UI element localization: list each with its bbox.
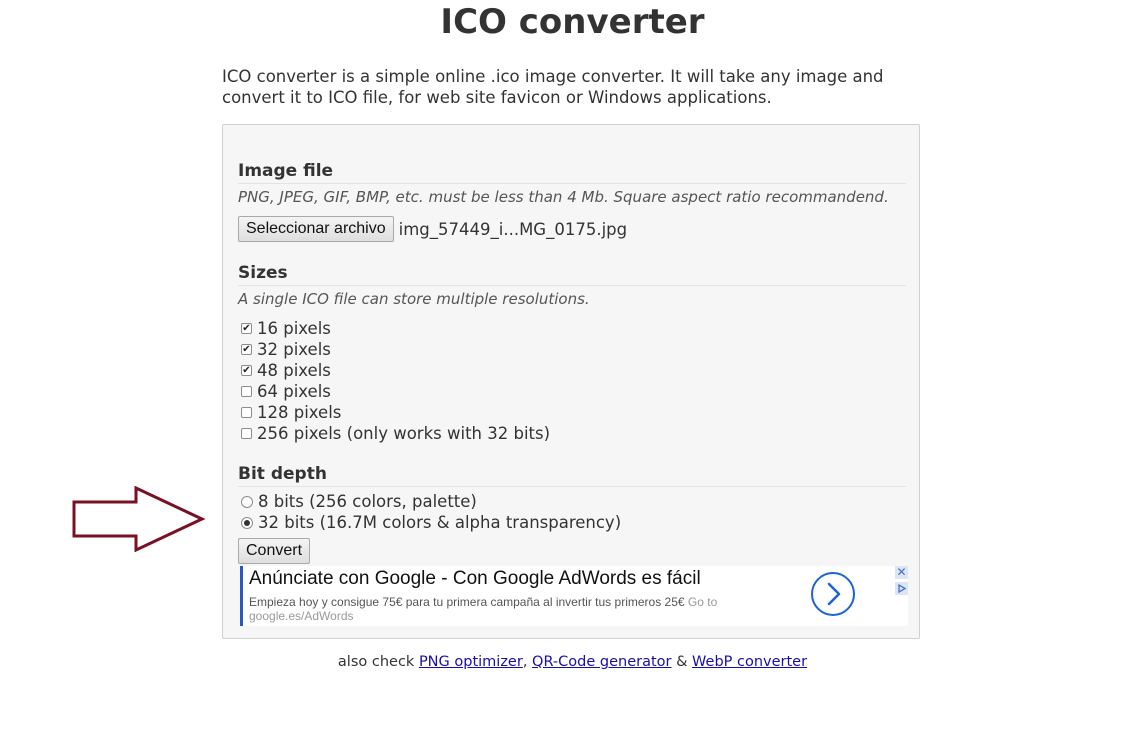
footer-prefix: also check	[337, 654, 415, 670]
ad-go-arrow-icon[interactable]	[811, 572, 855, 616]
bit-depth-heading: Bit depth	[238, 464, 906, 487]
size-option-label: 256 pixels (only works with 32 bits)	[257, 424, 551, 443]
unchecked-checkbox[interactable]	[241, 386, 252, 397]
size-option[interactable]: 128 pixels	[241, 402, 341, 423]
size-option[interactable]: 64 pixels	[241, 381, 331, 402]
ad-banner[interactable]: Anúnciate con Google - Con Google AdWord…	[240, 566, 908, 626]
checked-checkbox[interactable]: ✔	[241, 365, 252, 376]
bit-depth-option-label: 8 bits (256 colors, palette)	[258, 492, 477, 511]
ad-body: Empieza hoy y consigue 75€ para tu prime…	[249, 595, 749, 623]
ad-body-text: Empieza hoy y consigue 75€ para tu prime…	[249, 595, 685, 609]
unchecked-checkbox[interactable]	[241, 407, 252, 418]
convert-button[interactable]: Convert	[238, 538, 311, 564]
bit-depth-option-label: 32 bits (16.7M colors & alpha transparen…	[258, 513, 622, 532]
page-title: ICO converter	[440, 2, 705, 42]
size-option[interactable]: 256 pixels (only works with 32 bits)	[241, 423, 550, 444]
sizes-heading: Sizes	[238, 263, 906, 286]
ad-headline[interactable]: Anúnciate con Google - Con Google AdWord…	[249, 568, 701, 590]
selected-filename: img_57449_i...MG_0175.jpg	[398, 219, 628, 239]
sizes-hint: A single ICO file can store multiple res…	[238, 290, 590, 308]
image-file-hint: PNG, JPEG, GIF, BMP, etc. must be less t…	[238, 188, 889, 206]
image-file-heading: Image file	[238, 161, 906, 184]
footer-separator-amp: &	[676, 654, 688, 670]
size-option-label: 32 pixels	[257, 340, 331, 359]
size-option-label: 128 pixels	[257, 403, 342, 422]
footer: also check PNG optimizer, QR-Code genera…	[0, 654, 1121, 670]
webp-converter-link[interactable]: WebP converter	[692, 654, 807, 670]
size-option[interactable]: ✔ 48 pixels	[241, 360, 331, 381]
converter-form: Image file PNG, JPEG, GIF, BMP, etc. mus…	[222, 124, 920, 639]
size-option-label: 16 pixels	[257, 319, 331, 338]
intro-text: ICO converter is a simple online .ico im…	[222, 67, 884, 107]
png-optimizer-link[interactable]: PNG optimizer	[419, 654, 523, 670]
qr-code-generator-link[interactable]: QR-Code generator	[532, 654, 671, 670]
size-option-label: 48 pixels	[257, 361, 331, 380]
unselected-radio[interactable]	[241, 495, 253, 508]
pointer-arrow-icon	[72, 486, 206, 552]
select-file-button[interactable]: Seleccionar archivo	[238, 216, 394, 242]
unchecked-checkbox[interactable]	[241, 428, 252, 439]
page: ICO converter ICO converter is a simple …	[0, 0, 1121, 735]
ad-choices-icon[interactable]	[895, 582, 908, 595]
checked-checkbox[interactable]: ✔	[241, 323, 252, 334]
checked-checkbox[interactable]: ✔	[241, 344, 252, 355]
file-picker: Seleccionar archivo img_57449_i...MG_017…	[238, 216, 627, 242]
ad-close-icon[interactable]: ✕	[895, 566, 908, 579]
bit-depth-option[interactable]: 8 bits (256 colors, palette)	[241, 491, 477, 512]
size-option[interactable]: ✔ 16 pixels	[241, 318, 331, 339]
size-option[interactable]: ✔ 32 pixels	[241, 339, 331, 360]
bit-depth-option[interactable]: 32 bits (16.7M colors & alpha transparen…	[241, 512, 621, 533]
size-option-label: 64 pixels	[257, 382, 331, 401]
footer-separator-comma: ,	[522, 654, 528, 670]
selected-radio[interactable]	[241, 516, 253, 529]
